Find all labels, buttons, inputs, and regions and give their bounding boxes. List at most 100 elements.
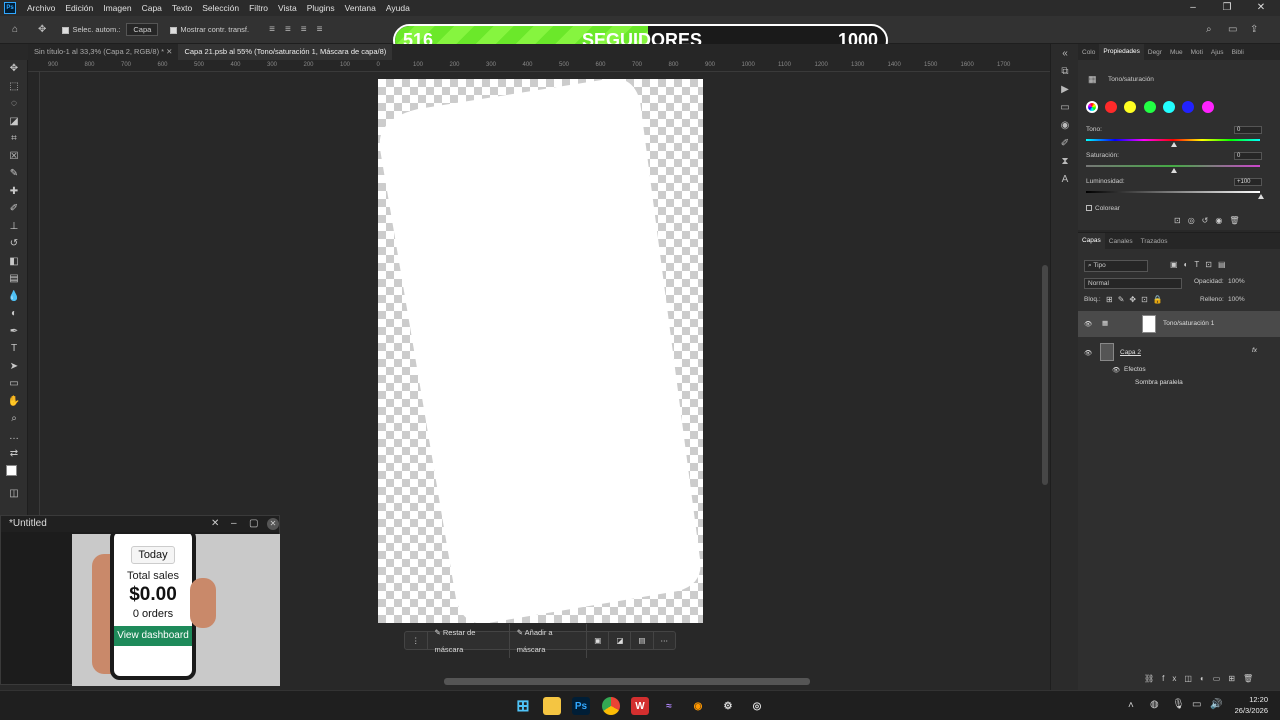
menu-edicion[interactable]: Edición <box>60 0 98 16</box>
eraser-icon[interactable]: ◧ <box>0 253 28 271</box>
menu-filtro[interactable]: Filtro <box>244 0 273 16</box>
clock-time[interactable]: 12:20 <box>1228 695 1268 704</box>
drag-handle-icon[interactable]: ⋮ <box>405 632 428 649</box>
history-icon[interactable]: ⧉ <box>1051 62 1079 80</box>
add-mask-button[interactable]: ✎ Añadir a máscara <box>510 623 588 658</box>
network-tray-icon[interactable]: ◍ <box>1150 699 1159 710</box>
document-canvas[interactable] <box>378 79 703 623</box>
blender-icon[interactable]: ◉ <box>689 697 707 715</box>
tab-sin-titulo[interactable]: Sin título-1 al 33,3% (Capa 2, RGB/8) * … <box>28 44 178 60</box>
tab-patterns[interactable]: Moti <box>1187 49 1207 56</box>
eye-icon[interactable]: 👁 <box>1112 366 1120 374</box>
unpin-icon[interactable]: ✕ <box>211 516 219 532</box>
clock-date[interactable]: 26/3/2026 <box>1228 706 1268 715</box>
align-right-icon[interactable]: ≡ <box>301 24 307 35</box>
eyedropper-icon[interactable]: ✎ <box>0 165 28 183</box>
move-tool-icon[interactable]: ✥ <box>38 24 46 35</box>
invert-mask-icon[interactable]: ◪ <box>609 632 632 649</box>
collapse-icon[interactable]: « <box>1051 44 1079 62</box>
menu-ayuda[interactable]: Ayuda <box>381 0 415 16</box>
gradient-icon[interactable]: ▤ <box>0 270 28 288</box>
lock-icons[interactable]: ⊞✎✥⊡🔒 <box>1106 295 1168 304</box>
menu-vista[interactable]: Vista <box>273 0 302 16</box>
foreground-color[interactable] <box>6 464 17 476</box>
opacity-input[interactable]: 100% <box>1228 278 1245 285</box>
layer-name[interactable]: Capa 2 <box>1120 349 1141 356</box>
layer-row-hue-saturation[interactable]: 👁 ▦ Tono/saturación 1 <box>1078 311 1280 337</box>
tab-swatches[interactable]: Mue <box>1166 49 1187 56</box>
tab-paths[interactable]: Trazados <box>1137 238 1172 245</box>
lightness-slider[interactable] <box>1086 191 1260 193</box>
app-icon[interactable]: ⚙ <box>719 697 737 715</box>
tab-capa-21[interactable]: Capa 21.psb al 55% (Tono/saturación 1, M… <box>178 44 393 60</box>
autoselect-dropdown[interactable]: Capa <box>126 23 159 36</box>
autoselect-checkbox[interactable]: Selec. autom.: <box>62 25 120 34</box>
menu-capa[interactable]: Capa <box>137 0 167 16</box>
color-range-dot[interactable] <box>1162 101 1175 113</box>
tab-color[interactable]: Colo <box>1078 49 1099 56</box>
saturation-slider-thumb[interactable] <box>1171 168 1177 173</box>
photoshop-taskbar-icon[interactable]: Ps <box>572 697 590 715</box>
swap-colors-icon[interactable]: ⇄ <box>0 445 28 463</box>
eye-icon[interactable]: 👁 <box>1084 320 1092 328</box>
chrome-icon[interactable] <box>602 697 620 715</box>
filter-icons[interactable]: ▣◐T⊡▤ <box>1170 260 1232 269</box>
close-icon[interactable]: ✕ <box>267 518 279 530</box>
windows-start-icon[interactable]: ⊞ <box>514 697 532 715</box>
show-transform-checkbox[interactable]: Mostrar contr. transf. <box>170 25 249 34</box>
microphone-icon[interactable]: 🎙 <box>1172 699 1185 710</box>
vertical-scrollbar[interactable] <box>1042 265 1048 485</box>
tray-chevron-icon[interactable]: ˄ <box>1128 700 1134 711</box>
master-channel-icon[interactable] <box>1086 101 1098 113</box>
video-preview-window[interactable]: *Untitled ✕ – ▢ ✕ Today Total sales $0.0… <box>0 515 280 686</box>
blend-mode-dropdown[interactable]: Normal <box>1084 278 1182 289</box>
color-range-dot[interactable] <box>1105 101 1117 113</box>
file-explorer-icon[interactable] <box>543 697 561 715</box>
frame-icon[interactable]: ☒ <box>0 148 28 166</box>
color-range-dot[interactable] <box>1182 101 1195 113</box>
fill-mask-icon[interactable]: ▤ <box>631 632 654 649</box>
color-swatches[interactable] <box>0 463 28 485</box>
horizontal-scrollbar[interactable] <box>444 678 810 685</box>
menu-ventana[interactable]: Ventana <box>340 0 381 16</box>
hue-slider-thumb[interactable] <box>1171 142 1177 147</box>
close-icon[interactable]: ✕ <box>1244 0 1278 16</box>
character-icon[interactable]: A <box>1051 170 1079 188</box>
play-icon[interactable]: ▶ <box>1051 80 1079 98</box>
blur-icon[interactable]: 💧 <box>0 288 28 306</box>
saturation-value-input[interactable]: 0 <box>1234 152 1262 160</box>
subtract-mask-button[interactable]: ✎ Restar de máscara <box>428 623 510 658</box>
maximize-icon[interactable]: ▢ <box>249 516 258 532</box>
obs-icon[interactable]: ◎ <box>748 697 766 715</box>
hue-value-input[interactable]: 0 <box>1234 126 1262 134</box>
search-icon[interactable]: ⌕ <box>1206 24 1212 35</box>
lasso-icon[interactable]: ◌ <box>0 95 28 113</box>
saturation-slider[interactable] <box>1086 165 1260 167</box>
align-center-icon[interactable]: ≡ <box>285 24 291 35</box>
rectangle-icon[interactable]: ▭ <box>0 375 28 393</box>
align-left-icon[interactable]: ≡ <box>269 24 275 35</box>
fill-input[interactable]: 100% <box>1228 296 1245 303</box>
crop-icon[interactable]: ⌗ <box>0 130 28 148</box>
layer-thumbnail[interactable] <box>1100 343 1114 361</box>
layer-row-capa-2[interactable]: 👁 Capa 2 fx <box>1078 341 1268 363</box>
hand-icon[interactable]: ✋ <box>0 393 28 411</box>
more-options-icon[interactable]: ⋯ <box>654 632 676 649</box>
color-icon[interactable]: ◉ <box>1051 116 1079 134</box>
hue-slider[interactable] <box>1086 139 1260 141</box>
display-icon[interactable]: ▭ <box>1192 699 1201 710</box>
layer-mask-thumbnail[interactable] <box>1142 315 1156 333</box>
color-range-dot[interactable] <box>1143 101 1156 113</box>
properties-footer-icons[interactable]: ⊡◎↺◉🗑 <box>1174 216 1247 225</box>
dodge-icon[interactable]: ◐ <box>0 305 28 323</box>
eye-icon[interactable]: 👁 <box>1084 349 1092 357</box>
wps-icon[interactable]: W <box>631 697 649 715</box>
volume-icon[interactable]: 🔊 <box>1210 699 1222 710</box>
fx-icon[interactable]: fx <box>1252 347 1257 354</box>
pen-icon[interactable]: ✒ <box>0 323 28 341</box>
brush-icon[interactable]: ✐ <box>0 200 28 218</box>
lightness-slider-thumb[interactable] <box>1258 194 1264 199</box>
layers-footer-icons[interactable]: ⛓fx◫◐▭⊞🗑 <box>1144 674 1261 683</box>
minimize-icon[interactable]: – <box>231 516 237 532</box>
tab-channels[interactable]: Canales <box>1105 238 1137 245</box>
